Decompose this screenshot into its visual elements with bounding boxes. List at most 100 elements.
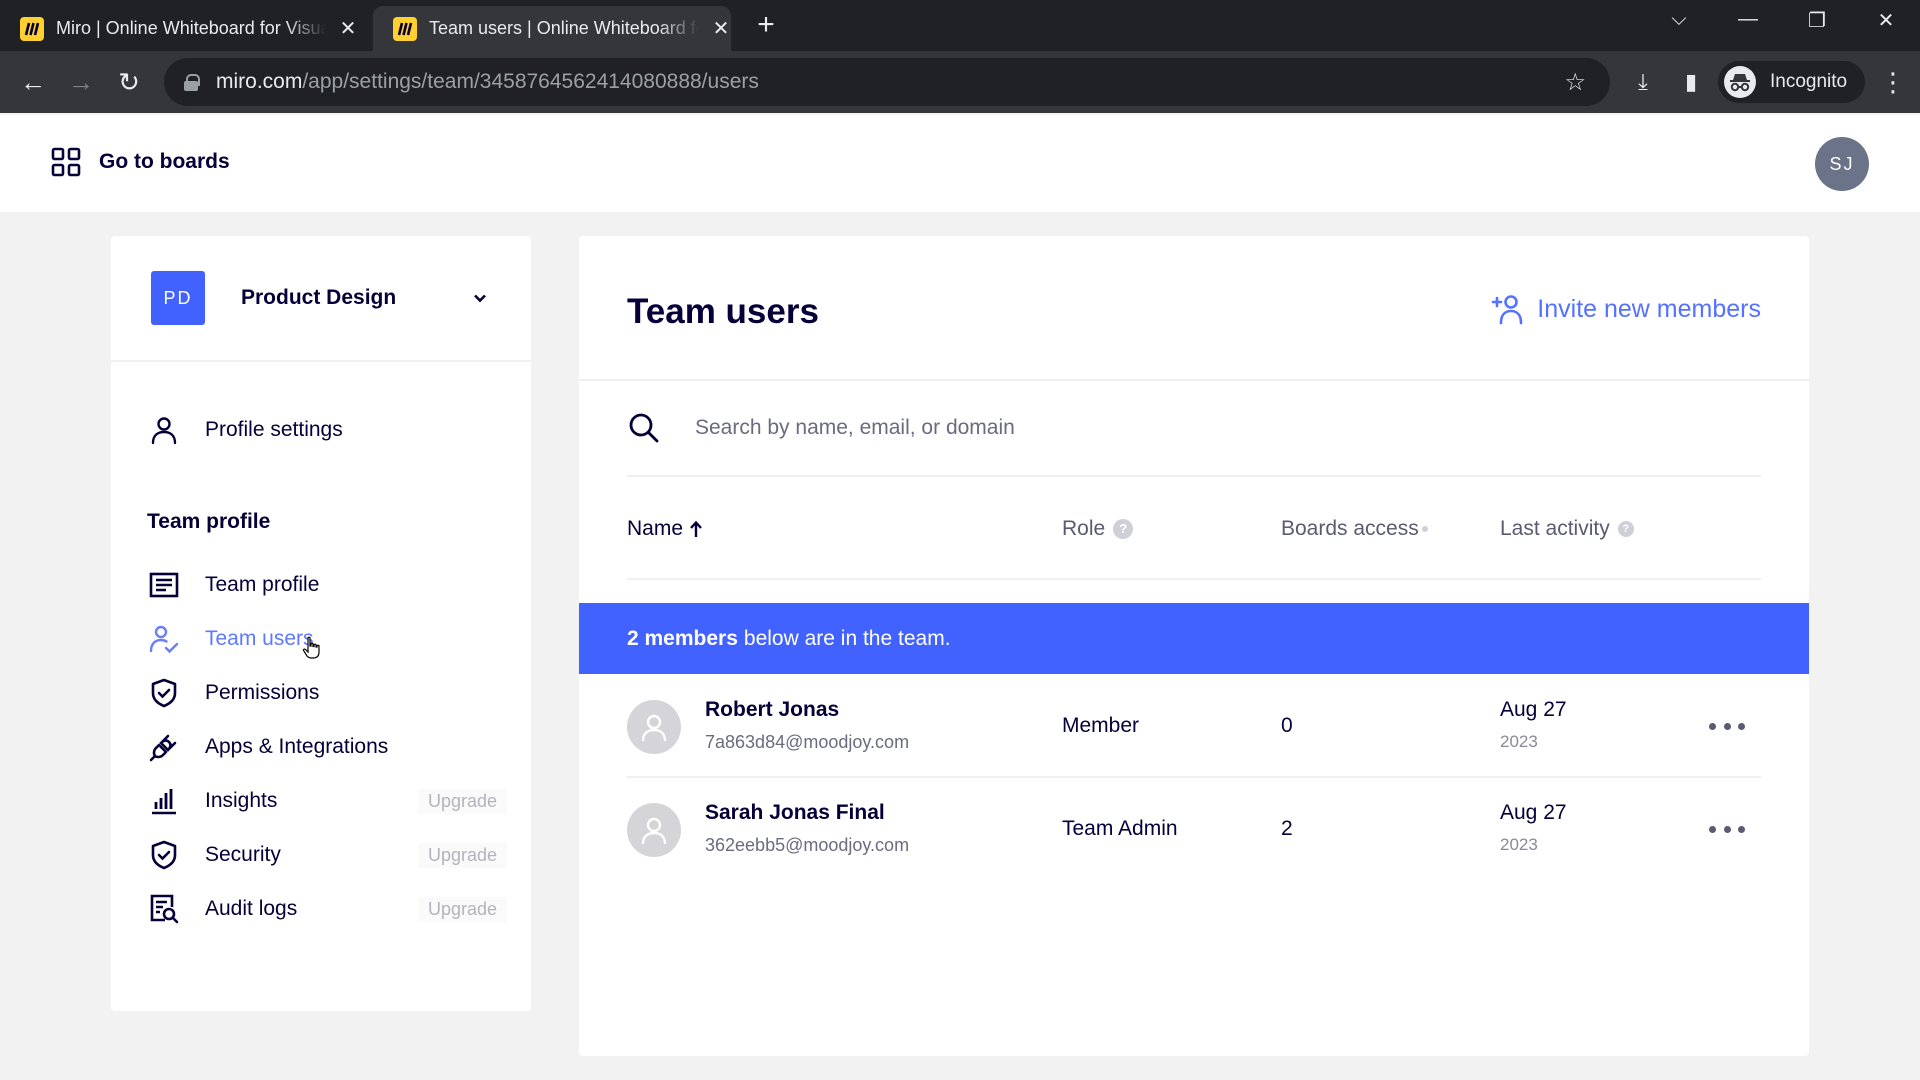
member-name: Sarah Jonas Final: [705, 801, 885, 824]
add-user-icon: [1491, 295, 1523, 325]
info-dot-icon[interactable]: [1421, 526, 1428, 532]
search-bar: [627, 381, 1761, 477]
column-header-role: Role ?: [1062, 517, 1134, 541]
sidebar-item-audit-logs[interactable]: Audit logs Upgrade: [147, 889, 507, 929]
sidebar-item-team-profile[interactable]: Team profile: [147, 565, 507, 605]
tab-title: Team users | Online Whiteboard for Visua…: [429, 18, 699, 38]
close-window-icon[interactable]: ✕: [1871, 8, 1901, 33]
bookmark-star-icon[interactable]: ☆: [1564, 68, 1586, 97]
user-placeholder-icon: [641, 817, 667, 845]
more-options-button[interactable]: [1709, 712, 1745, 740]
sidebar-item-label: Insights: [205, 789, 278, 812]
restore-icon[interactable]: ❐: [1802, 8, 1832, 33]
page-title: Team users: [627, 292, 819, 331]
last-activity-date: Aug 27: [1500, 698, 1567, 721]
column-header-last-activity: Last activity ?: [1500, 517, 1634, 541]
help-icon[interactable]: ?: [1113, 519, 1134, 539]
new-tab-button[interactable]: +: [750, 10, 782, 42]
app-header: Go to boards SJ: [0, 115, 1920, 212]
tab-search-icon[interactable]: ⌵: [1664, 8, 1694, 31]
reload-icon[interactable]: ↻: [112, 65, 146, 99]
team-badge: PD: [151, 271, 205, 325]
user-avatar[interactable]: SJ: [1815, 137, 1869, 191]
browser-menu-icon[interactable]: ⋮: [1880, 65, 1906, 99]
sidebar-item-security[interactable]: Security Upgrade: [147, 835, 507, 875]
shield-check-icon: [147, 838, 181, 872]
member-role[interactable]: Member: [1062, 714, 1139, 738]
avatar: [627, 803, 681, 857]
browser-tab-miro[interactable]: Miro | Online Whiteboard for Visual Coll…: [0, 6, 365, 51]
search-icon: [629, 413, 659, 443]
audit-log-icon: [147, 892, 181, 926]
profile-label: Incognito: [1770, 71, 1848, 92]
sidebar-item-label: Profile settings: [205, 418, 343, 441]
sidebar-item-label: Team users: [205, 627, 314, 650]
last-activity-year: 2023: [1500, 835, 1538, 854]
settings-sidebar: PD Product Design Profile settings Team …: [111, 236, 531, 1011]
grid-icon: [51, 147, 81, 177]
user-placeholder-icon: [641, 714, 667, 742]
forward-icon[interactable]: →: [64, 65, 98, 99]
search-input[interactable]: [695, 416, 1595, 440]
upgrade-badge[interactable]: Upgrade: [417, 896, 507, 922]
chevron-down-icon: [474, 294, 486, 303]
incognito-icon: [1724, 66, 1756, 98]
invite-new-members-button[interactable]: Invite new members: [1491, 292, 1761, 326]
member-name: Robert Jonas: [705, 698, 840, 721]
lock-icon: [184, 74, 200, 91]
close-tab-icon[interactable]: ✕: [711, 16, 731, 41]
table-header: Name Role ? Boards access Last activity …: [627, 479, 1761, 580]
incognito-profile-button[interactable]: Incognito: [1718, 61, 1866, 103]
sidebar-item-label: Team profile: [205, 573, 320, 596]
browser-tab-bar: Miro | Online Whiteboard for Visual Coll…: [0, 0, 1920, 51]
download-icon[interactable]: ⤓: [1626, 65, 1660, 99]
members-count: 2 members: [627, 626, 738, 650]
sidebar-item-insights[interactable]: Insights Upgrade: [147, 781, 507, 821]
last-activity-year: 2023: [1500, 732, 1538, 751]
sidebar-item-permissions[interactable]: Permissions: [147, 673, 507, 713]
column-label: Name: [627, 517, 684, 540]
help-icon[interactable]: ?: [1617, 521, 1634, 537]
user-check-icon: [147, 622, 181, 656]
sidebar-item-label: Security: [205, 843, 281, 866]
tab-title: Miro | Online Whiteboard for Visual Coll…: [56, 18, 326, 38]
table-row: Robert Jonas 7a863d84@moodjoy.com Member…: [627, 676, 1761, 778]
upgrade-badge[interactable]: Upgrade: [417, 842, 507, 868]
sort-ascending-icon: [690, 520, 702, 537]
column-header-name[interactable]: Name: [627, 517, 703, 541]
address-bar[interactable]: miro.com/app/settings/team/3458764562414…: [164, 58, 1610, 106]
hand-cursor-icon: [302, 636, 320, 659]
sidebar-item-team-users[interactable]: Team users: [147, 619, 507, 659]
side-panel-icon[interactable]: ▮: [1674, 65, 1708, 99]
browser-toolbar: ← → ↻ miro.com/app/settings/team/3458764…: [0, 51, 1920, 113]
shield-check-icon: [147, 676, 181, 710]
more-options-button[interactable]: [1709, 815, 1745, 843]
team-users-panel: Team users Invite new members Name Role …: [579, 236, 1809, 1056]
member-boards-count: 2: [1281, 817, 1293, 840]
sidebar-item-apps-integrations[interactable]: Apps & Integrations: [147, 727, 507, 767]
sidebar-item-label: Audit logs: [205, 897, 298, 920]
url-text: miro.com/app/settings/team/3458764562414…: [216, 70, 759, 93]
user-icon: [147, 413, 181, 447]
back-icon[interactable]: ←: [16, 65, 50, 99]
go-to-boards-button[interactable]: Go to boards: [51, 147, 230, 177]
go-to-boards-label: Go to boards: [99, 150, 230, 173]
sidebar-item-label: Permissions: [205, 681, 320, 704]
close-tab-icon[interactable]: ✕: [338, 16, 358, 41]
browser-tab-team-users[interactable]: Team users | Online Whiteboard for Visua…: [373, 6, 731, 51]
banner-text: below are in the team.: [743, 626, 951, 650]
member-email: 362eebb5@moodjoy.com: [705, 835, 910, 855]
sidebar-item-profile-settings[interactable]: Profile settings: [147, 410, 507, 450]
list-icon: [147, 568, 181, 602]
team-name: Product Design: [241, 286, 397, 309]
member-boards-count: 0: [1281, 714, 1293, 737]
minimize-icon[interactable]: —: [1733, 8, 1763, 31]
column-header-boards-access: Boards access: [1281, 517, 1428, 541]
upgrade-badge[interactable]: Upgrade: [417, 788, 507, 814]
team-switcher[interactable]: PD Product Design: [111, 236, 531, 362]
miro-logo-icon: [393, 16, 417, 41]
table-row: Sarah Jonas Final 362eebb5@moodjoy.com T…: [627, 779, 1761, 881]
member-role[interactable]: Team Admin: [1062, 817, 1178, 841]
invite-label: Invite new members: [1537, 294, 1761, 323]
sidebar-section-heading: Team profile: [147, 510, 271, 533]
